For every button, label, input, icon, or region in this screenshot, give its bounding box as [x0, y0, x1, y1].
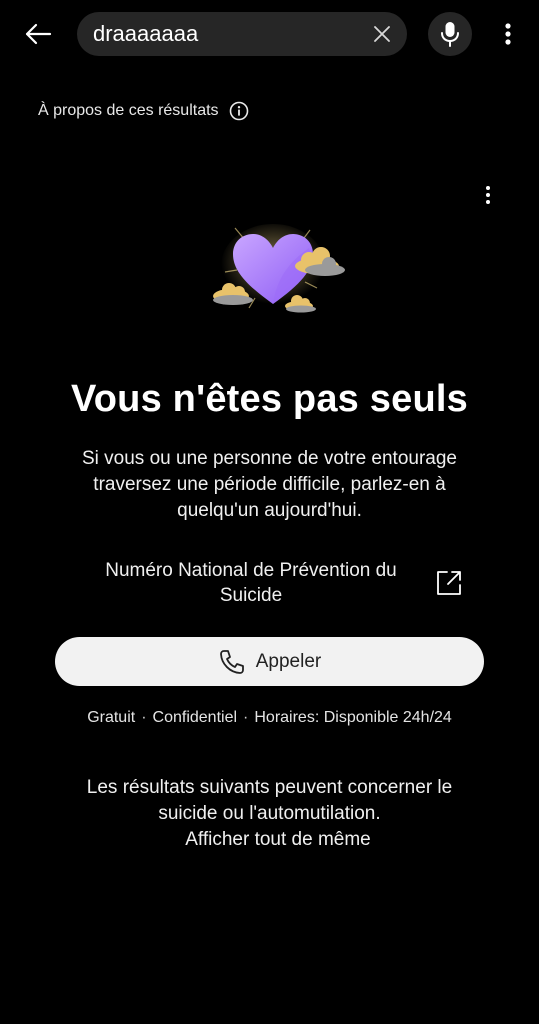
microphone-icon: [441, 22, 459, 47]
clear-search-button[interactable]: [369, 21, 395, 47]
card-menu-button[interactable]: [478, 182, 498, 208]
meta-separator: ·: [243, 709, 249, 726]
search-input[interactable]: [93, 12, 353, 56]
call-button[interactable]: Appeler: [55, 637, 484, 686]
hotline-row: Numéro National de Prévention du Suicide: [80, 558, 470, 610]
more-vert-icon: [486, 186, 490, 204]
back-button[interactable]: [20, 18, 56, 50]
support-title: Vous n'êtes pas seuls: [71, 378, 468, 420]
about-results-link[interactable]: À propos de ces résultats: [38, 98, 249, 124]
hotline-name: Numéro National de Prévention du Suicide: [105, 560, 397, 606]
hotline-details: Gratuit · Confidentiel · Horaires: Disponibl…: [0, 709, 539, 727]
meta-separator: ·: [141, 709, 147, 726]
call-button-label: Appeler: [255, 650, 322, 672]
overflow-menu-button[interactable]: [496, 18, 520, 50]
about-results-label: À propos de ces résultats: [38, 102, 219, 119]
hotline-external-link[interactable]: [434, 568, 464, 598]
top-app-bar: [0, 0, 539, 70]
heart-clouds-illustration: [205, 218, 350, 318]
close-icon: [374, 26, 390, 42]
arrow-left-icon: [25, 23, 52, 45]
content-warning: Les résultats suivants peuvent concerner…: [86, 777, 453, 824]
phone-icon: [218, 648, 246, 676]
info-icon: [229, 101, 249, 121]
hotline-detail-free: Gratuit: [87, 709, 136, 726]
show-results-anyway-link[interactable]: Afficher tout de même: [0, 827, 539, 853]
support-body: Si vous ou une personne de votre entoura…: [82, 448, 457, 521]
voice-search-button[interactable]: [428, 12, 472, 56]
search-box: [77, 12, 407, 56]
hotline-detail-confidential: Confidentiel: [152, 709, 238, 726]
open-external-icon: [437, 571, 461, 595]
hotline-detail-hours: Horaires: Disponible 24h/24: [254, 709, 452, 726]
more-vert-icon: [505, 23, 511, 45]
